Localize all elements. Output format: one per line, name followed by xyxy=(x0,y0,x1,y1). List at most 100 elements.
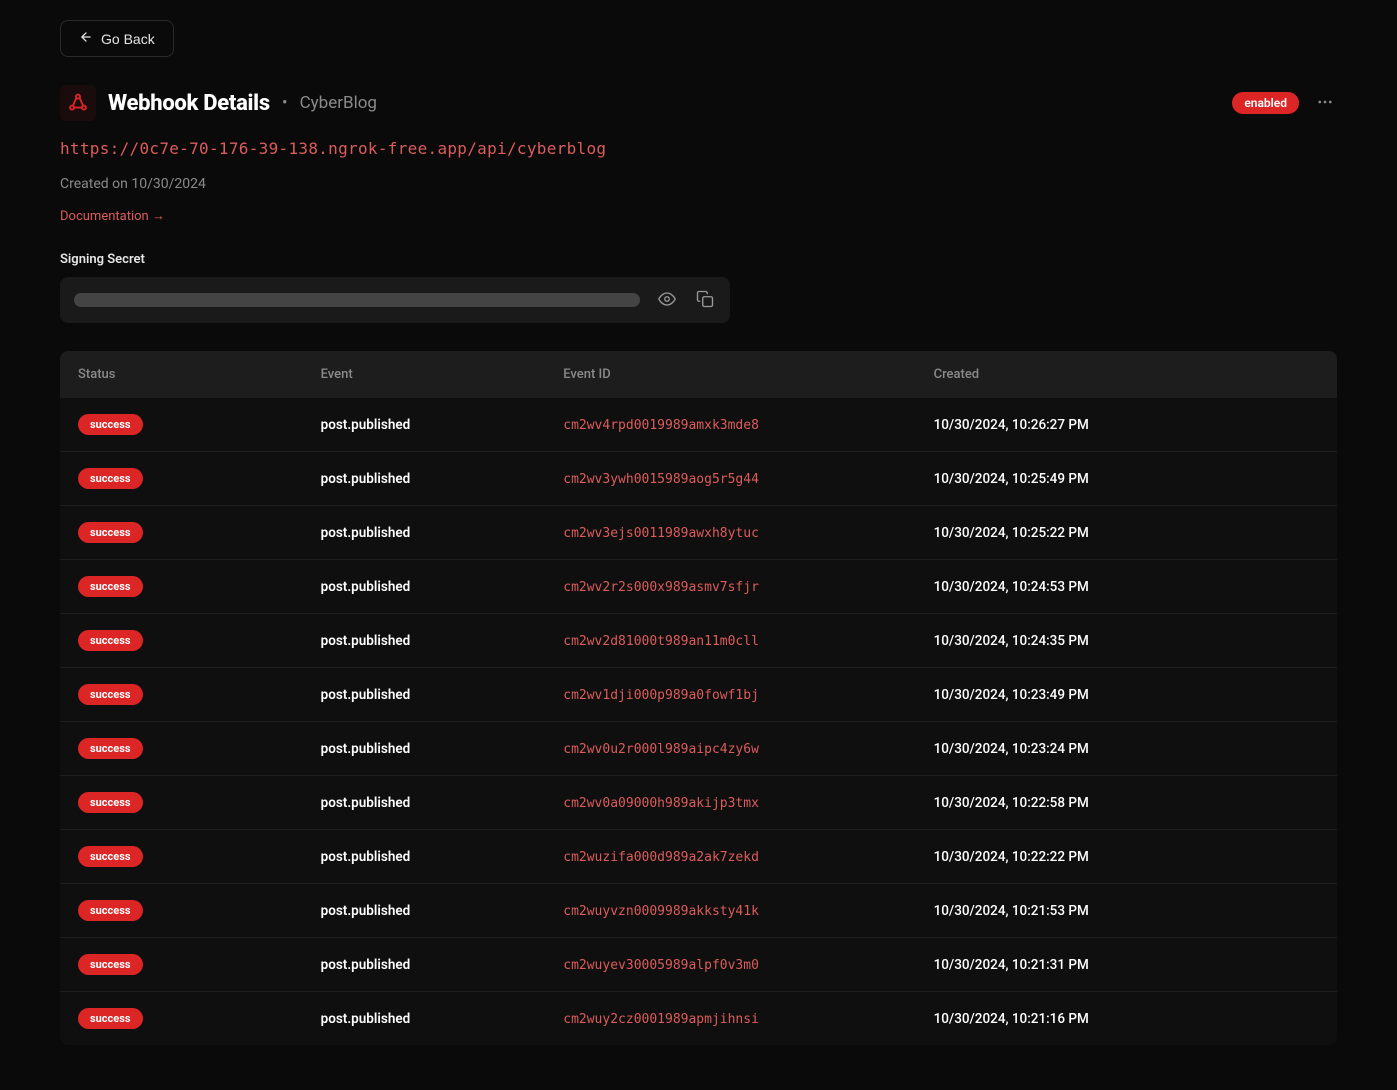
cell-created: 10/30/2024, 10:24:35 PM xyxy=(916,614,1337,668)
status-badge: success xyxy=(78,846,143,867)
cell-event-id: cm2wv3ejs0011989awxh8ytuc xyxy=(545,506,915,560)
cell-event-id: cm2wv0a09000h989akijp3tmx xyxy=(545,776,915,830)
event-id-link[interactable]: cm2wv1dji000p989a0fowf1bj xyxy=(563,688,759,703)
event-id-link[interactable]: cm2wv0a09000h989akijp3tmx xyxy=(563,796,759,811)
created-timestamp: 10/30/2024, 10:25:22 PM xyxy=(934,525,1089,541)
event-name: post.published xyxy=(321,525,411,541)
th-created: Created xyxy=(916,351,1337,398)
event-name: post.published xyxy=(321,795,411,811)
webhook-icon xyxy=(60,85,96,121)
table-row: success post.published cm2wuyvzn0009989akk… xyxy=(60,884,1337,938)
created-timestamp: 10/30/2024, 10:22:22 PM xyxy=(934,849,1089,865)
cell-event: post.published xyxy=(303,668,546,722)
table-row: successpost.publishedcm2wv0u2r000l989aip… xyxy=(60,722,1337,776)
signing-secret-label: Signing Secret xyxy=(60,252,1337,267)
webhook-url: https://0c7e-70-176-39-138.ngrok-free.ap… xyxy=(60,139,1337,158)
created-timestamp: 10/30/2024, 10:24:53 PM xyxy=(934,579,1089,595)
table-row: success post.published cm2wv1dji000p989a0f… xyxy=(60,668,1337,722)
event-name: post.published xyxy=(321,633,411,649)
cell-created: 10/30/2024, 10:21:31 PM xyxy=(916,938,1337,992)
cell-status: success xyxy=(60,668,303,722)
created-timestamp: 10/30/2024, 10:21:31 PM xyxy=(934,957,1089,973)
status-badge: success xyxy=(78,1008,143,1029)
more-menu-button[interactable] xyxy=(1313,91,1337,115)
signing-secret-panel xyxy=(60,277,730,323)
cell-event: post.published xyxy=(303,560,546,614)
go-back-button[interactable]: Go Back xyxy=(60,20,174,57)
cell-status: success xyxy=(60,830,303,884)
created-timestamp: 10/30/2024, 10:26:27 PM xyxy=(934,417,1089,433)
table-row: success post.published cm2wuzifa000d989a2a… xyxy=(60,830,1337,884)
events-table: Status Event Event ID Created successpos… xyxy=(60,351,1337,1045)
cell-event-id: cm2wuyvzn0009989akksty41k xyxy=(545,884,915,938)
cell-event-id: cm2wuyev30005989alpf0v3m0 xyxy=(545,938,915,992)
cell-status: success xyxy=(60,884,303,938)
cell-created: 10/30/2024, 10:23:24 PM xyxy=(916,722,1337,776)
created-timestamp: 10/30/2024, 10:22:58 PM xyxy=(934,795,1089,811)
status-badge: success xyxy=(78,954,143,975)
cell-created: 10/30/2024, 10:21:16 PM xyxy=(916,992,1337,1046)
signing-secret-hidden xyxy=(74,293,640,307)
cell-status: success xyxy=(60,506,303,560)
event-id-link[interactable]: cm2wuyvzn0009989akksty41k xyxy=(563,904,759,919)
cell-event: post.published xyxy=(303,992,546,1046)
event-id-link[interactable]: cm2wuyev30005989alpf0v3m0 xyxy=(563,958,759,973)
status-badge: success xyxy=(78,792,143,813)
event-id-link[interactable]: cm2wv4rpd0019989amxk3mde8 xyxy=(563,418,759,433)
event-id-link[interactable]: cm2wv3ejs0011989awxh8ytuc xyxy=(563,526,759,541)
page-subtitle-separator: • xyxy=(282,93,288,113)
cell-created: 10/30/2024, 10:26:27 PM xyxy=(916,398,1337,452)
table-row: successpost.publishedcm2wv2r2s000x989asm… xyxy=(60,560,1337,614)
table-row: success post.published cm2wuyev30005989alp… xyxy=(60,938,1337,992)
created-timestamp: 10/30/2024, 10:21:53 PM xyxy=(934,903,1089,919)
cell-event: post.published xyxy=(303,506,546,560)
cell-event: post.published xyxy=(303,722,546,776)
status-badge: success xyxy=(78,414,143,435)
status-badge: success xyxy=(78,900,143,921)
cell-event: post.published xyxy=(303,938,546,992)
title-wrap: Webhook Details • CyberBlog xyxy=(60,85,377,121)
page-subtitle: CyberBlog xyxy=(300,93,377,113)
th-event: Event xyxy=(303,351,546,398)
event-name: post.published xyxy=(321,579,411,595)
cell-event-id: cm2wuy2cz0001989apmjihnsi xyxy=(545,992,915,1046)
event-name: post.published xyxy=(321,471,411,487)
created-timestamp: 10/30/2024, 10:23:49 PM xyxy=(934,687,1089,703)
cell-event-id: cm2wv2d81000t989an11m0cll xyxy=(545,614,915,668)
cell-event-id: cm2wv4rpd0019989amxk3mde8 xyxy=(545,398,915,452)
more-horizontal-icon xyxy=(1316,93,1334,114)
event-id-link[interactable]: cm2wuy2cz0001989apmjihnsi xyxy=(563,1012,759,1027)
created-timestamp: 10/30/2024, 10:25:49 PM xyxy=(934,471,1089,487)
cell-event: post.published xyxy=(303,830,546,884)
created-timestamp: 10/30/2024, 10:24:35 PM xyxy=(934,633,1089,649)
status-badge: success xyxy=(78,468,143,489)
table-row: success post.published cm2wv0a09000h989aki… xyxy=(60,776,1337,830)
reveal-secret-button[interactable] xyxy=(656,289,678,311)
created-timestamp: 10/30/2024, 10:21:16 PM xyxy=(934,1011,1089,1027)
table-row: success post.published cm2wuy2cz0001989apm… xyxy=(60,992,1337,1046)
event-name: post.published xyxy=(321,417,411,433)
documentation-link[interactable]: Documentation → xyxy=(60,208,165,224)
table-row: success post.published cm2wv3ejs0011989awx… xyxy=(60,506,1337,560)
events-table-header: Status Event Event ID Created xyxy=(60,351,1337,398)
th-event-id: Event ID xyxy=(545,351,915,398)
event-id-link[interactable]: cm2wv0u2r000l989aipc4zy6w xyxy=(563,742,759,757)
event-id-link[interactable]: cm2wuzifa000d989a2ak7zekd xyxy=(563,850,759,865)
event-id-link[interactable]: cm2wv2r2s000x989asmv7sfjr xyxy=(563,580,759,595)
event-id-link[interactable]: cm2wv3ywh0015989aog5r5g44 xyxy=(563,472,759,487)
event-name: post.published xyxy=(321,849,411,865)
cell-event-id: cm2wv1dji000p989a0fowf1bj xyxy=(545,668,915,722)
page-title: Webhook Details xyxy=(108,91,270,116)
status-badge: success xyxy=(78,684,143,705)
cell-event: post.published xyxy=(303,884,546,938)
cell-created: 10/30/2024, 10:24:53 PM xyxy=(916,560,1337,614)
event-name: post.published xyxy=(321,741,411,757)
eye-icon xyxy=(658,290,676,311)
cell-status: success xyxy=(60,992,303,1046)
cell-event-id: cm2wv2r2s000x989asmv7sfjr xyxy=(545,560,915,614)
cell-event-id: cm2wv3ywh0015989aog5r5g44 xyxy=(545,452,915,506)
event-id-link[interactable]: cm2wv2d81000t989an11m0cll xyxy=(563,634,759,649)
event-name: post.published xyxy=(321,1011,411,1027)
copy-secret-button[interactable] xyxy=(694,289,716,311)
cell-event: post.published xyxy=(303,776,546,830)
